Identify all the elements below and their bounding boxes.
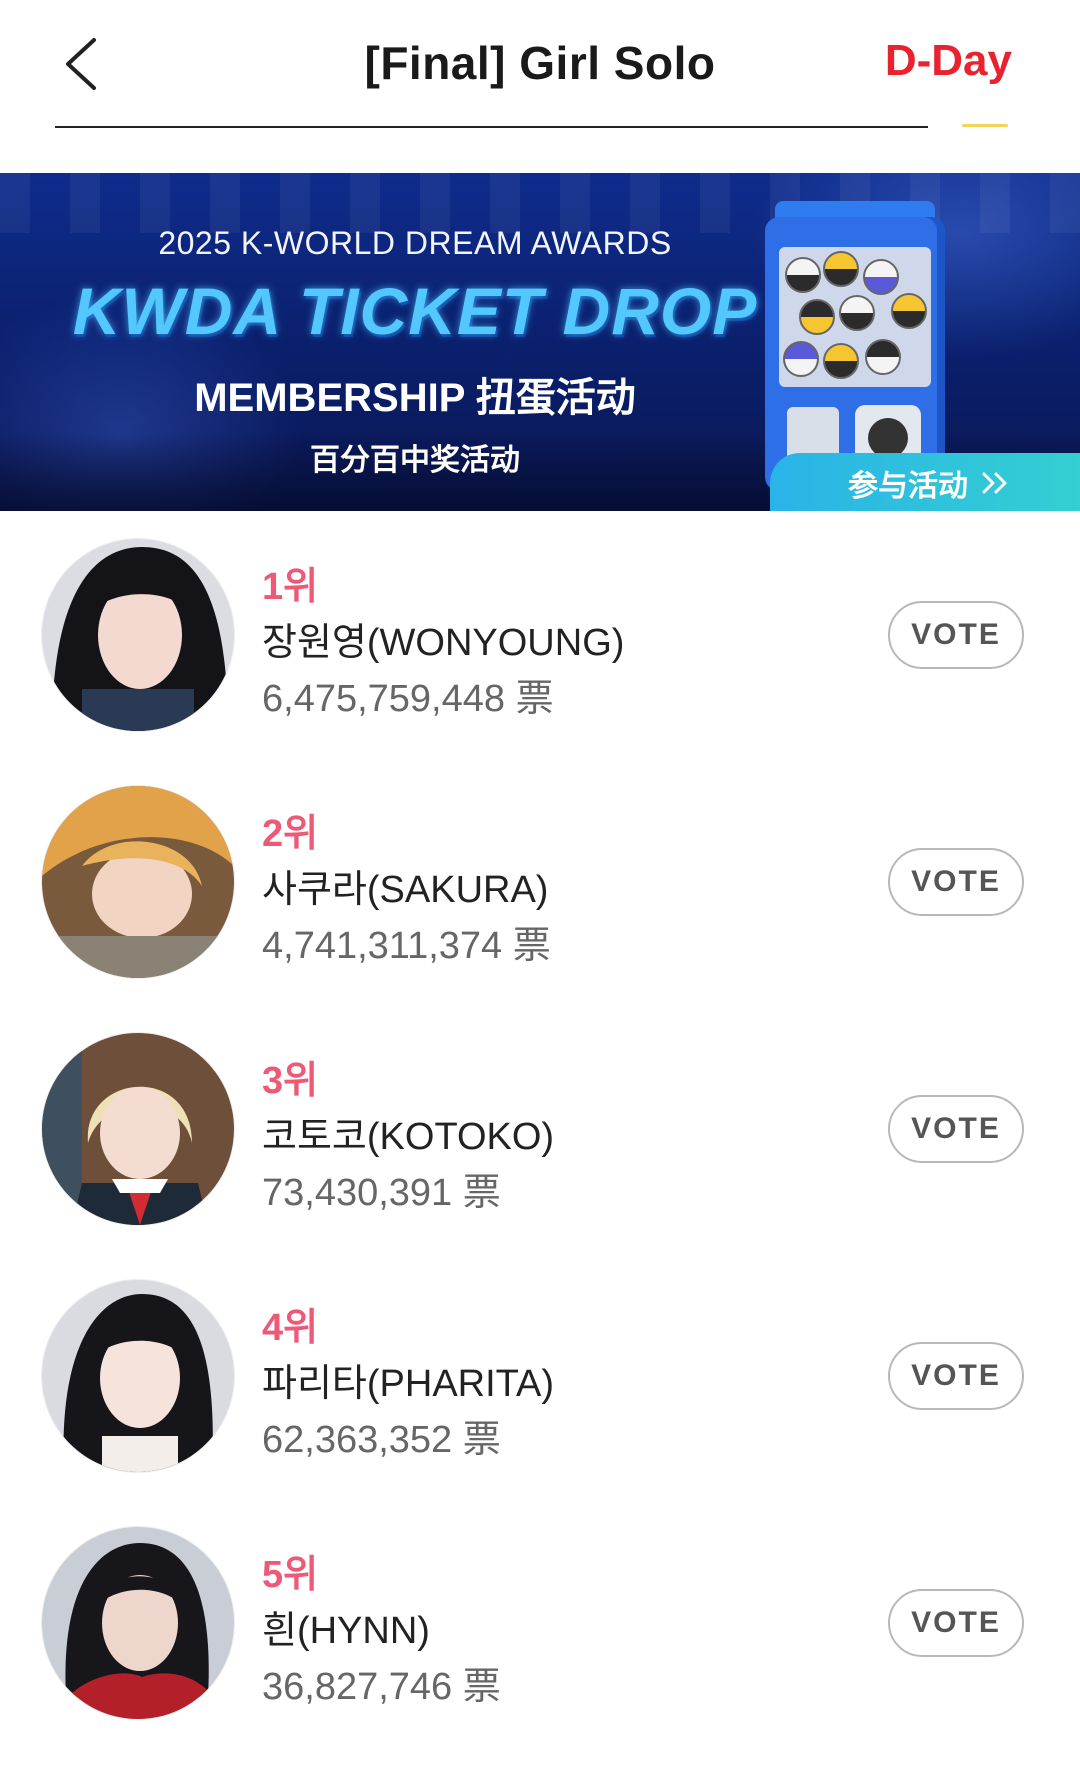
- capsule: [823, 343, 859, 379]
- avatar: [42, 539, 234, 731]
- banner-year-line: 2025 K-WORLD DREAM AWARDS: [158, 225, 672, 261]
- header-divider: [55, 126, 928, 128]
- rank-label: 1위: [262, 566, 319, 608]
- avatar: [42, 1527, 234, 1719]
- candidate-name: 장원영(WONYOUNG): [262, 622, 625, 664]
- ranking-row: 1위 장원영(WONYOUNG) 6,475,759,448 票 VOTE: [0, 511, 1080, 758]
- candidate-name: 흰(HYNN): [262, 1610, 430, 1652]
- vote-count: 4,741,311,374 票: [262, 925, 551, 967]
- avatar-image: [42, 1280, 234, 1472]
- rank-label: 3위: [262, 1060, 319, 1102]
- ranking-row: 4위 파리타(PHARITA) 62,363,352 票 VOTE: [0, 1252, 1080, 1499]
- capsule: [785, 257, 821, 293]
- avatar: [42, 1280, 234, 1472]
- vote-button[interactable]: VOTE: [888, 848, 1024, 916]
- dday-indicator: [962, 124, 1008, 127]
- ranking-row: 5위 흰(HYNN) 36,827,746 票 VOTE: [0, 1499, 1080, 1746]
- avatar-image: [42, 786, 234, 978]
- page: [Final] Girl Solo D-Day 2025 K-WORLD DRE…: [0, 0, 1080, 1766]
- gacha-body: [765, 217, 945, 491]
- vote-button[interactable]: VOTE: [888, 601, 1024, 669]
- avatar-image: [42, 539, 234, 731]
- join-event-label: 参与活动: [848, 470, 968, 503]
- capsule: [891, 293, 927, 329]
- candidate-name: 코토코(KOTOKO): [262, 1116, 555, 1158]
- capsule: [823, 251, 859, 287]
- capsule: [863, 259, 899, 295]
- candidate-name: 파리타(PHARITA): [262, 1363, 555, 1405]
- avatar-image: [42, 1033, 234, 1225]
- banner-title: KWDA TICKET DROP: [72, 274, 758, 348]
- rank-label: 2위: [262, 813, 319, 855]
- banner-subtitle: 百分百中奖活动: [310, 444, 520, 477]
- double-chevron-right-icon: [982, 472, 1007, 494]
- rank-label: 5위: [262, 1554, 319, 1596]
- gacha-window: [779, 247, 931, 387]
- capsule: [783, 341, 819, 377]
- vote-button[interactable]: VOTE: [888, 1589, 1024, 1657]
- capsule: [799, 299, 835, 335]
- avatar: [42, 786, 234, 978]
- ranking-row: 3위 코토코(KOTOKO) 73,430,391 票 VOTE: [0, 1005, 1080, 1252]
- app-header: [Final] Girl Solo D-Day: [0, 0, 1080, 170]
- vote-count: 62,363,352 票: [262, 1419, 501, 1461]
- gacha-machine-icon: [765, 201, 945, 491]
- vote-button[interactable]: VOTE: [888, 1342, 1024, 1410]
- candidate-name: 사쿠라(SAKURA): [262, 869, 549, 911]
- capsule: [865, 339, 901, 375]
- vote-count: 36,827,746 票: [262, 1666, 501, 1708]
- join-event-button[interactable]: 参与活动: [770, 453, 1080, 511]
- rank-label: 4위: [262, 1307, 319, 1349]
- vote-count: 73,430,391 票: [262, 1172, 501, 1214]
- capsule: [839, 295, 875, 331]
- dday-tab[interactable]: D-Day: [885, 36, 1012, 86]
- banner-membership: MEMBERSHIP 扭蛋活动: [194, 376, 636, 420]
- avatar-image: [42, 1527, 234, 1719]
- vote-count: 6,475,759,448 票: [262, 678, 554, 720]
- vote-button[interactable]: VOTE: [888, 1095, 1024, 1163]
- ranking-row: 2위 사쿠라(SAKURA) 4,741,311,374 票 VOTE: [0, 758, 1080, 1005]
- promo-banner[interactable]: 2025 K-WORLD DREAM AWARDS KWDA TICKET DR…: [0, 173, 1080, 511]
- avatar: [42, 1033, 234, 1225]
